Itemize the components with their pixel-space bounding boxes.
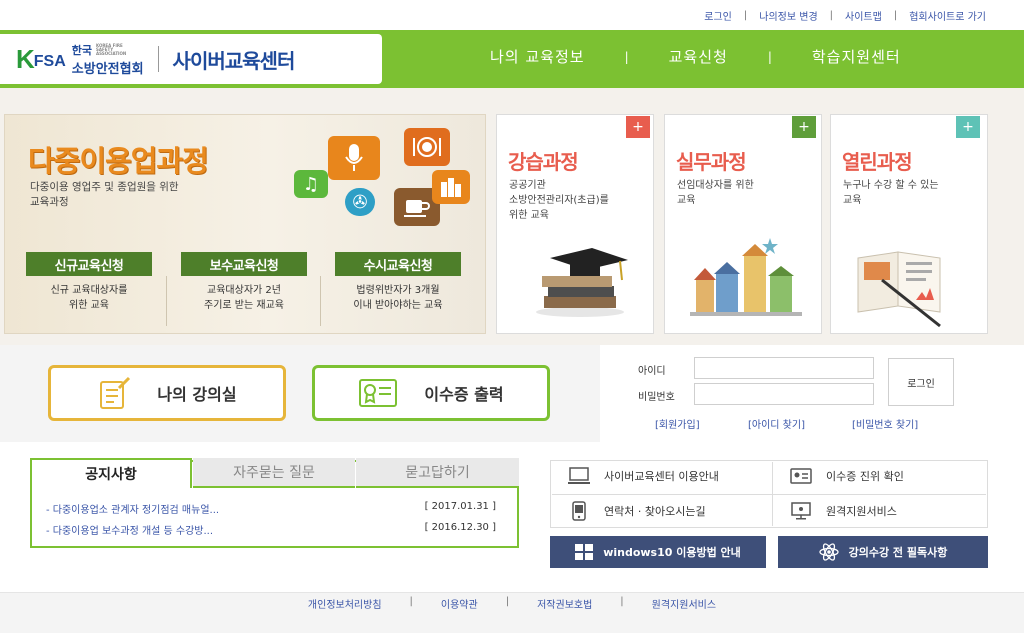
- my-classroom-button[interactable]: 나의 강의실: [48, 365, 286, 421]
- id-card-icon: [790, 467, 812, 485]
- buildings-illustration-icon: [690, 236, 802, 322]
- occasional-education-button[interactable]: 수시교육신청: [335, 252, 461, 276]
- main-banner-title: 다중이용업과정: [28, 144, 209, 178]
- privacy-policy-link[interactable]: 개인정보처리방침: [308, 596, 382, 611]
- banner-divider: [166, 276, 167, 326]
- course-card-open-title: 열린과정: [842, 150, 913, 174]
- pre-course-notice-label: 강의수강 전 필독사항: [848, 546, 948, 559]
- top-links: 로그인 | 나의정보 변경 | 사이트맵 | 협회사이트로 가기: [704, 8, 986, 23]
- main-nav: 나의 교육정보 | 교육신청 | 학습지원센터: [490, 46, 901, 67]
- service-guide-item[interactable]: 사이버교육센터 이용안내: [568, 467, 719, 485]
- course-card-practical-desc: 선임대상자를 위한 교육: [677, 180, 754, 206]
- print-certificate-button[interactable]: 이수증 출력: [312, 365, 550, 421]
- refresher-education-button[interactable]: 보수교육신청: [181, 252, 307, 276]
- my-classroom-label: 나의 강의실: [157, 385, 237, 404]
- notice-item[interactable]: - 다중이용업 보수과정 개설 등 수강방... [ 2016.12.30 ]: [46, 522, 496, 537]
- windows10-guide-button[interactable]: windows10 이용방법 안내: [550, 536, 766, 568]
- occasional-education-desc: 법령위반자가 3개월 이내 받아야하는 교육: [353, 285, 443, 311]
- contact-directions-item[interactable]: 연락처 · 찾아오시는길: [568, 501, 706, 521]
- document-icon: [97, 376, 131, 410]
- signup-link[interactable]: [회원가입]: [655, 416, 700, 431]
- certificate-verify-item[interactable]: 이수증 진위 확인: [790, 467, 904, 485]
- course-card-practical-title: 실무과정: [676, 150, 747, 174]
- course-card-practical-plus[interactable]: +: [792, 116, 816, 138]
- find-id-link[interactable]: [아이디 찾기]: [748, 416, 805, 431]
- password-label: 비밀번호: [638, 392, 675, 403]
- graduation-cap-books-icon: [530, 246, 630, 322]
- logo-org-name: 한국 KOREA FIRE SAFETY ASSOCIATION 소방안전협회: [72, 42, 144, 77]
- tab-faq[interactable]: 자주묻는 질문: [193, 458, 355, 488]
- notice-date: [ 2017.01.31 ]: [424, 501, 496, 512]
- film-reel-icon: ✇: [345, 188, 375, 216]
- logo-divider: [157, 46, 159, 72]
- password-input[interactable]: [694, 383, 874, 405]
- find-password-link[interactable]: [비밀번호 찾기]: [852, 416, 918, 431]
- login-link[interactable]: 로그인: [704, 8, 732, 23]
- site-logo[interactable]: K FSA 한국 KOREA FIRE SAFETY ASSOCIATION 소…: [0, 34, 382, 84]
- banner-divider: [320, 276, 321, 326]
- logo-k: K: [16, 43, 35, 74]
- site-title: 사이버교육센터: [172, 48, 296, 73]
- main-banner-subtitle: 다중이용 영업주 및 종업원을 위한 교육과정: [30, 181, 179, 208]
- print-certificate-label: 이수증 출력: [424, 385, 504, 404]
- notice-title[interactable]: - 다중이용업 보수과정 개설 등 수강방...: [46, 522, 213, 537]
- tab-notice[interactable]: 공지사항: [30, 458, 192, 488]
- logo-org-line1: 한국: [71, 43, 93, 57]
- terms-link[interactable]: 이용약관: [441, 596, 478, 611]
- footer-remote-support-link[interactable]: 원격지원서비스: [652, 596, 716, 611]
- new-education-button[interactable]: 신규교육신청: [26, 252, 152, 276]
- service-grid-divider: [552, 494, 986, 495]
- pre-course-notice-button[interactable]: 강의수강 전 필독사항: [778, 536, 988, 568]
- windows-icon: [575, 544, 594, 560]
- logo-fsa: FSA: [33, 53, 66, 70]
- login-button[interactable]: 로그인: [888, 358, 954, 406]
- nav-apply-education[interactable]: 교육신청: [669, 46, 728, 67]
- certificate-verify-label: 이수증 진위 확인: [826, 470, 904, 483]
- sitemap-link[interactable]: 사이트맵: [845, 8, 882, 23]
- windows10-guide-label: windows10 이용방법 안내: [603, 546, 741, 559]
- nav-my-education[interactable]: 나의 교육정보: [490, 46, 585, 67]
- remote-support-item[interactable]: 원격지원서비스: [790, 502, 897, 520]
- course-card-training-title: 강습과정: [508, 150, 579, 174]
- course-card-training-desc: 공공기관 소방안전관리자(초급)를 위한 교육: [509, 180, 609, 221]
- course-card-training-plus[interactable]: +: [626, 116, 650, 138]
- open-book-pen-icon: [852, 246, 952, 332]
- notice-item[interactable]: - 다중이용업소 관계자 정기점검 매뉴얼... [ 2017.01.31 ]: [46, 501, 496, 516]
- new-education-desc: 신규 교육대상자를 위한 교육: [50, 285, 128, 311]
- association-site-link[interactable]: 협회사이트로 가기: [909, 8, 986, 23]
- edit-profile-link[interactable]: 나의정보 변경: [759, 8, 817, 23]
- remote-monitor-icon: [790, 502, 812, 520]
- service-guide-label: 사이버교육센터 이용안내: [604, 470, 719, 483]
- monitor-icon: [568, 467, 590, 485]
- music-icon: ♫: [294, 170, 328, 198]
- notice-date: [ 2016.12.30 ]: [424, 522, 496, 533]
- tab-qna[interactable]: 묻고답하기: [356, 458, 519, 488]
- logo-org-line2: 소방안전협회: [71, 61, 144, 77]
- course-card-open-plus[interactable]: +: [956, 116, 980, 138]
- refresher-education-desc: 교육대상자가 2년 주기로 받는 재교육: [204, 285, 284, 311]
- certificate-icon: [358, 378, 398, 408]
- id-label: 아이디: [638, 366, 666, 377]
- notice-title[interactable]: - 다중이용업소 관계자 정기점검 매뉴얼...: [46, 501, 219, 516]
- nav-learning-support[interactable]: 학습지원센터: [812, 46, 901, 67]
- atom-icon: [818, 542, 839, 562]
- building-icon: [432, 170, 470, 204]
- remote-support-label: 원격지원서비스: [826, 505, 897, 518]
- phone-icon: [568, 501, 590, 521]
- course-card-open-desc: 누구나 수강 할 수 있는 교육: [843, 180, 939, 206]
- footer-links: 개인정보처리방침 | 이용약관 | 저작권보호법 | 원격지원서비스: [307, 596, 717, 611]
- logo-org-en: KOREA FIRE SAFETY ASSOCIATION: [96, 42, 127, 56]
- contact-directions-label: 연락처 · 찾아오시는길: [604, 505, 706, 518]
- copyright-link[interactable]: 저작권보호법: [537, 596, 592, 611]
- microphone-icon: [328, 136, 380, 180]
- id-input[interactable]: [694, 357, 874, 379]
- plate-icon: [404, 128, 450, 166]
